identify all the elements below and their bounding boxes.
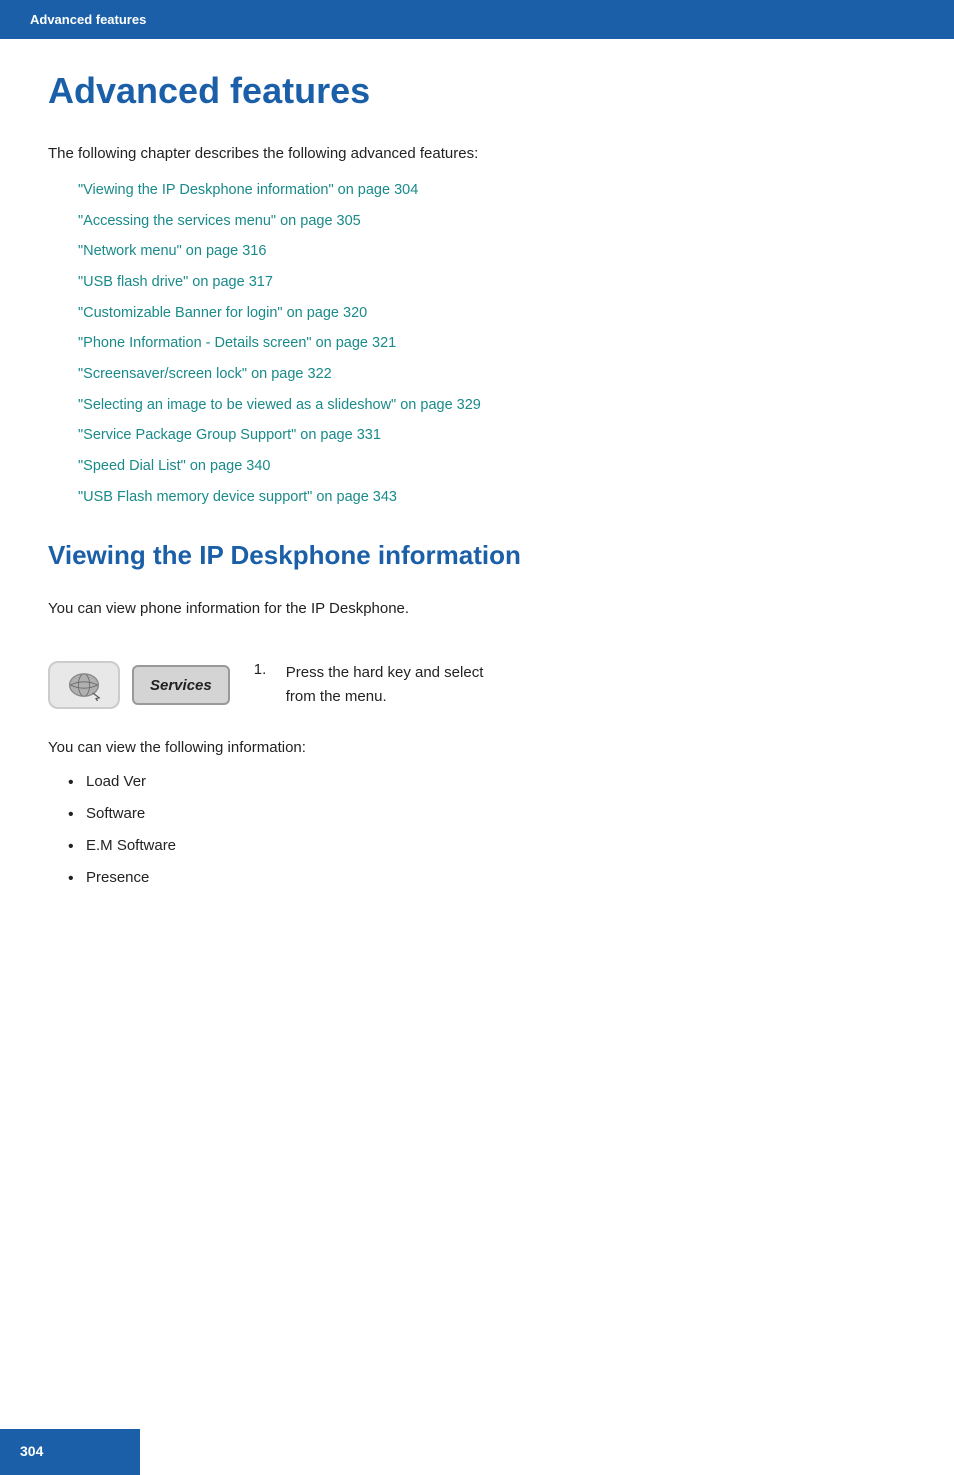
toc-item-11[interactable]: "USB Flash memory device support" on pag… (78, 485, 906, 510)
main-content: Advanced features The following chapter … (0, 39, 954, 978)
toc-link-10[interactable]: "Speed Dial List" on page 340 (78, 458, 271, 474)
section-intro-text: You can view phone information for the I… (48, 597, 906, 621)
intro-text: The following chapter describes the foll… (48, 142, 906, 166)
bullet-list: Load Ver Software E.M Software Presence (48, 770, 906, 890)
step-description: 1. Press the hard key and select from th… (254, 657, 484, 709)
header-label: Advanced features (30, 12, 146, 27)
toc-link-5[interactable]: "Customizable Banner for login" on page … (78, 305, 367, 321)
bullet-item-1: Load Ver (68, 770, 906, 794)
page-footer: 304 (0, 1429, 140, 1475)
bullet-item-2: Software (68, 802, 906, 826)
toc-list: "Viewing the IP Deskphone information" o… (48, 178, 906, 509)
toc-link-11[interactable]: "USB Flash memory device support" on pag… (78, 489, 397, 505)
bullet-item-4: Presence (68, 866, 906, 890)
toc-item-10[interactable]: "Speed Dial List" on page 340 (78, 454, 906, 479)
toc-item-1[interactable]: "Viewing the IP Deskphone information" o… (78, 178, 906, 203)
info-intro: You can view the following information: (48, 739, 906, 756)
page-number: 304 (20, 1443, 43, 1459)
services-button[interactable]: Services (132, 665, 230, 705)
hard-key-svg (64, 669, 104, 701)
bullet-item-3: E.M Software (68, 834, 906, 858)
toc-item-8[interactable]: "Selecting an image to be viewed as a sl… (78, 393, 906, 418)
toc-link-7[interactable]: "Screensaver/screen lock" on page 322 (78, 366, 332, 382)
toc-item-7[interactable]: "Screensaver/screen lock" on page 322 (78, 362, 906, 387)
step-text-container: Press the hard key and select from the m… (286, 661, 484, 709)
step-desc-text: Press the hard key and select from the m… (286, 664, 484, 705)
step-row: Services 1. Press the hard key and selec… (48, 657, 906, 709)
toc-link-1[interactable]: "Viewing the IP Deskphone information" o… (78, 182, 418, 198)
toc-link-6[interactable]: "Phone Information - Details screen" on … (78, 335, 396, 351)
toc-link-9[interactable]: "Service Package Group Support" on page … (78, 427, 381, 443)
info-section: You can view the following information: … (48, 739, 906, 890)
step-number: 1. (254, 661, 278, 678)
toc-item-6[interactable]: "Phone Information - Details screen" on … (78, 331, 906, 356)
toc-item-4[interactable]: "USB flash drive" on page 317 (78, 270, 906, 295)
toc-item-3[interactable]: "Network menu" on page 316 (78, 239, 906, 264)
header-bar: Advanced features (0, 0, 954, 39)
toc-link-4[interactable]: "USB flash drive" on page 317 (78, 274, 273, 290)
toc-item-2[interactable]: "Accessing the services menu" on page 30… (78, 209, 906, 234)
page-title: Advanced features (48, 69, 906, 112)
toc-link-3[interactable]: "Network menu" on page 316 (78, 243, 266, 259)
step-icons: Services (48, 657, 230, 709)
services-label: Services (150, 677, 212, 694)
toc-link-8[interactable]: "Selecting an image to be viewed as a sl… (78, 397, 481, 413)
section-heading: Viewing the IP Deskphone information (48, 539, 906, 573)
toc-item-5[interactable]: "Customizable Banner for login" on page … (78, 301, 906, 326)
hard-key-icon (48, 661, 120, 709)
toc-link-2[interactable]: "Accessing the services menu" on page 30… (78, 213, 361, 229)
toc-item-9[interactable]: "Service Package Group Support" on page … (78, 423, 906, 448)
